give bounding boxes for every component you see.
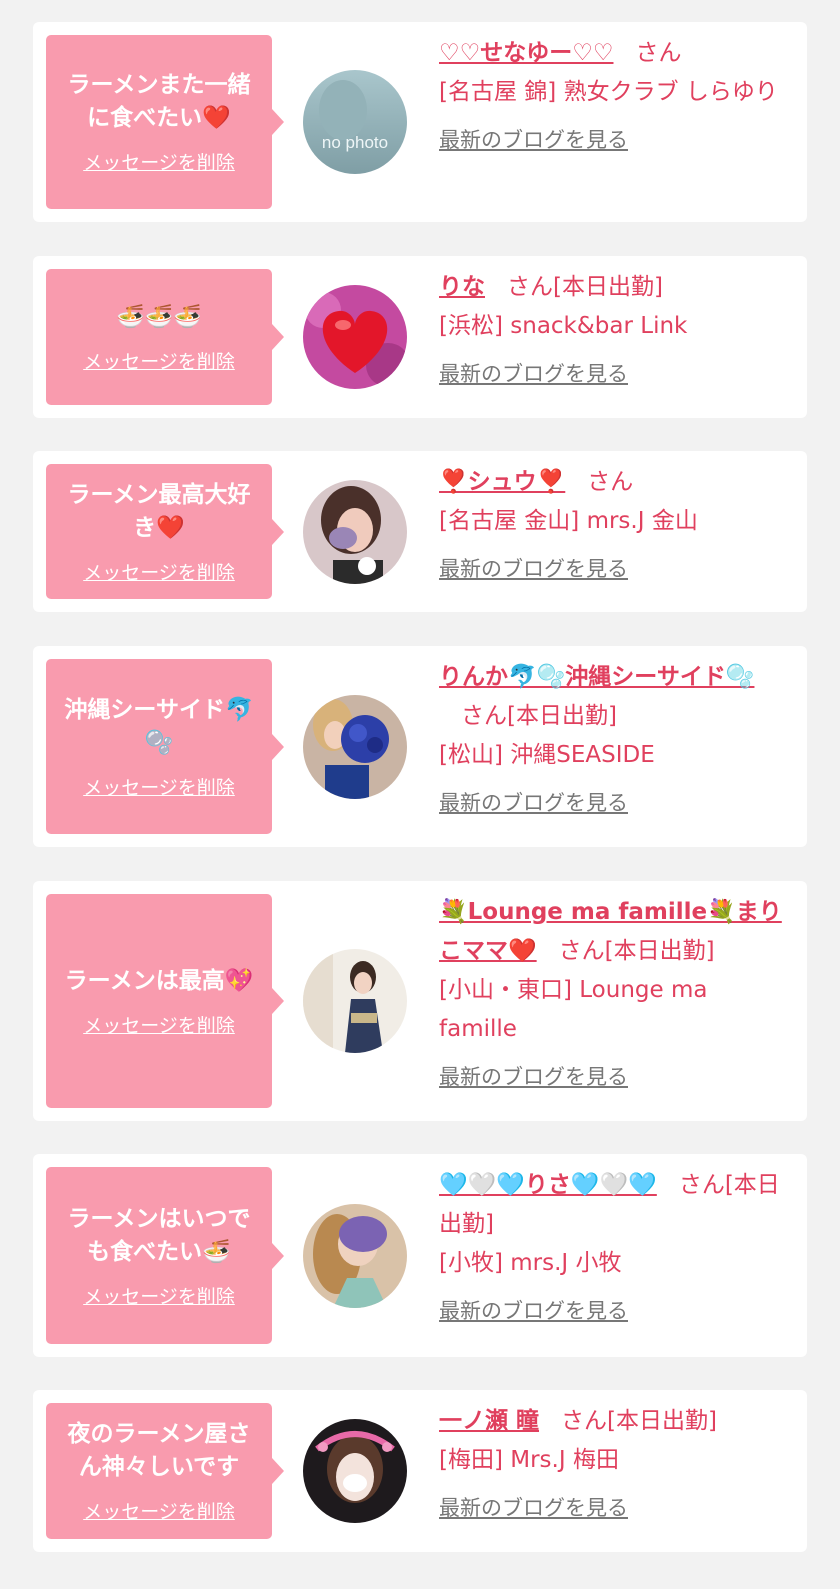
message-bubble: ラーメンまた一緒に食べたい❤️ メッセージを削除 [46, 35, 284, 209]
message-card: ラーメンはいつでも食べたい🍜 メッセージを削除 🩵🤍🩵りさ🩵🤍🩵 さん[本日出勤]… [33, 1154, 807, 1357]
message-bubble: 夜のラーメン屋さん神々しいです メッセージを削除 [46, 1403, 284, 1539]
latest-blog-link[interactable]: 最新のブログを見る [439, 1295, 791, 1327]
avatar[interactable] [303, 285, 407, 389]
shop-label: [名古屋 錦] 熟女クラブ しらゆり [439, 79, 778, 105]
shop-label: [小山・東口] Lounge ma famille [439, 977, 708, 1042]
delete-message-link[interactable]: メッセージを削除 [83, 1500, 235, 1524]
cast-info: 🩵🤍🩵りさ🩵🤍🩵 さん[本日出勤] [小牧] mrs.J 小牧 最新のブログを見る [439, 1166, 791, 1327]
shift-status: [本日出勤] [604, 938, 715, 964]
shop-label: [名古屋 金山] mrs.J 金山 [439, 508, 698, 534]
message-card: 夜のラーメン屋さん神々しいです メッセージを削除 一ノ瀬 瞳さん[本日出勤] [… [33, 1390, 807, 1552]
cast-info: りんか🐬🫧沖縄シーサイド🫧 さん[本日出勤] [松山] 沖縄SEASIDE 最新の… [439, 658, 791, 819]
message-card: 沖縄シーサイド🐬🫧 メッセージを削除 りんか🐬🫧沖縄シーサイド🫧 さん[本日出勤]… [33, 646, 807, 847]
no-photo-text: no photo [322, 133, 388, 152]
shop-label: [松山] 沖縄SEASIDE [439, 742, 655, 768]
cast-info: ❣️シュウ❣️ さん [名古屋 金山] mrs.J 金山 最新のブログを見る [439, 463, 791, 585]
avatar[interactable] [303, 1203, 407, 1308]
san-suffix: さん [561, 1408, 608, 1434]
cast-name-link[interactable]: ❣️シュウ❣️ [439, 469, 565, 495]
avatar[interactable] [303, 949, 407, 1053]
shift-status: [本日出勤] [607, 1408, 717, 1434]
message-text: ラーメン最高大好き❤️ [67, 481, 251, 541]
cast-info: ♡♡せなゆー♡♡ さん [名古屋 錦] 熟女クラブ しらゆり 最新のブログを見る [439, 34, 791, 156]
message-text: ラーメンはいつでも食べたい🍜 [67, 1205, 251, 1265]
shop-label: [小牧] mrs.J 小牧 [439, 1250, 622, 1276]
message-bubble: 🍜🍜🍜 メッセージを削除 [46, 269, 284, 405]
cast-name-link[interactable]: りな [439, 274, 485, 300]
message-bubble: ラーメンはいつでも食べたい🍜 メッセージを削除 [46, 1167, 284, 1344]
san-suffix: さん [587, 469, 634, 495]
latest-blog-link[interactable]: 最新のブログを見る [439, 1061, 791, 1093]
san-suffix: さん [507, 274, 553, 300]
latest-blog-link[interactable]: 最新のブログを見る [439, 1492, 791, 1524]
san-suffix: さん [461, 703, 507, 729]
cast-name-link[interactable]: りんか🐬🫧沖縄シーサイド🫧 [439, 664, 754, 690]
delete-message-link[interactable]: メッセージを削除 [83, 776, 235, 800]
message-bubble: ラーメンは最高💖 メッセージを削除 [46, 894, 284, 1108]
message-card: ラーメンは最高💖 メッセージを削除 💐Lounge ma famille💐まりこ… [33, 881, 807, 1121]
shift-status: [本日出勤] [553, 274, 663, 300]
latest-blog-link[interactable]: 最新のブログを見る [439, 553, 791, 585]
shop-label: [浜松] snack&bar Link [439, 313, 688, 339]
delete-message-link[interactable]: メッセージを削除 [83, 561, 235, 585]
message-card: 🍜🍜🍜 メッセージを削除 りな さん[本日出勤] [浜松] snack&bar L… [33, 256, 807, 418]
cast-info: りな さん[本日出勤] [浜松] snack&bar Link 最新のブログを見る [439, 268, 791, 390]
latest-blog-link[interactable]: 最新のブログを見る [439, 124, 791, 156]
message-text: ラーメンまた一緒に食べたい❤️ [67, 72, 251, 131]
delete-message-link[interactable]: メッセージを削除 [83, 151, 235, 175]
cast-name-link[interactable]: 一ノ瀬 瞳 [439, 1408, 539, 1434]
shop-label: [梅田] Mrs.J 梅田 [439, 1447, 619, 1473]
message-text: 🍜🍜🍜 [116, 303, 202, 330]
message-text: 夜のラーメン屋さん神々しいです [67, 1421, 251, 1480]
delete-message-link[interactable]: メッセージを削除 [83, 350, 235, 374]
latest-blog-link[interactable]: 最新のブログを見る [439, 358, 791, 390]
san-suffix: さん [678, 1172, 725, 1198]
avatar[interactable] [303, 479, 407, 584]
cast-info: 💐Lounge ma famille💐まりこママ❤️ さん[本日出勤] [小山・東… [439, 893, 791, 1093]
avatar[interactable]: no photo [303, 70, 407, 174]
shift-status: [本日出勤] [507, 703, 617, 729]
message-text: ラーメンは最高💖 [64, 967, 254, 994]
delete-message-link[interactable]: メッセージを削除 [83, 1285, 235, 1309]
latest-blog-link[interactable]: 最新のブログを見る [439, 787, 791, 819]
avatar[interactable] [303, 694, 407, 799]
message-bubble: 沖縄シーサイド🐬🫧 メッセージを削除 [46, 659, 284, 834]
message-list: ラーメンまた一緒に食べたい❤️ メッセージを削除 no photo ♡♡せなゆー… [0, 0, 840, 1589]
cast-name-link[interactable]: 🩵🤍🩵りさ🩵🤍🩵 [439, 1172, 657, 1198]
message-text: 沖縄シーサイド🐬🫧 [64, 696, 254, 756]
san-suffix: さん [558, 938, 605, 964]
avatar[interactable] [303, 1419, 407, 1523]
message-card: ラーメンまた一緒に食べたい❤️ メッセージを削除 no photo ♡♡せなゆー… [33, 22, 807, 222]
delete-message-link[interactable]: メッセージを削除 [83, 1014, 235, 1038]
message-bubble: ラーメン最高大好き❤️ メッセージを削除 [46, 464, 284, 599]
message-card: ラーメン最高大好き❤️ メッセージを削除 ❣️シュウ❣️ さん [名古屋 金山] … [33, 451, 807, 612]
cast-info: 一ノ瀬 瞳さん[本日出勤] [梅田] Mrs.J 梅田 最新のブログを見る [439, 1402, 791, 1524]
cast-name-link[interactable]: ♡♡せなゆー♡♡ [439, 40, 613, 66]
san-suffix: さん [635, 40, 682, 66]
